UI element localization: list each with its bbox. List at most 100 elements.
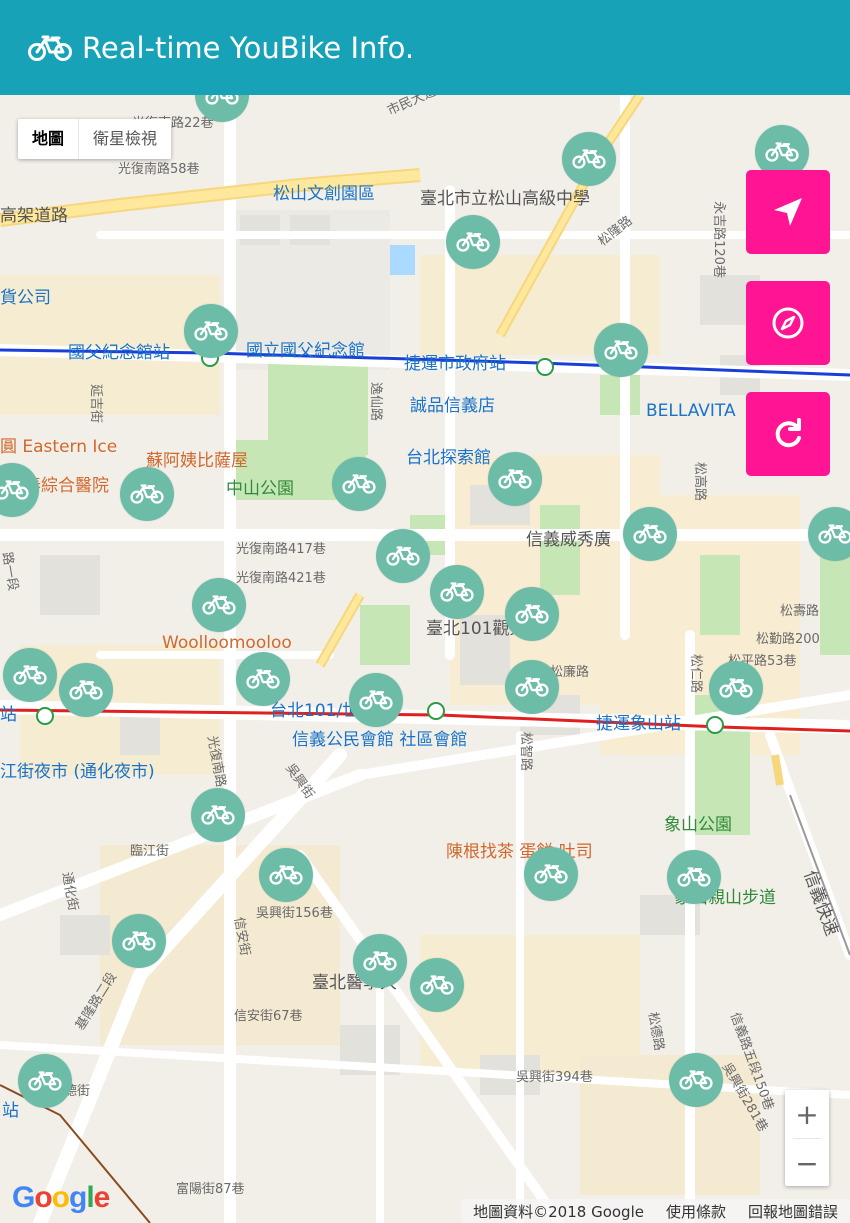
label-xinyi-vieshow[interactable]: 信義威秀廣 (526, 532, 611, 549)
label-station-left[interactable]: 站 (0, 707, 17, 724)
label-elevated-road: 高架道路 (0, 206, 68, 226)
bicycle-icon (765, 142, 799, 162)
label-songshan-park[interactable]: 松山文創園區 (273, 186, 375, 203)
label-sun-yat-sen-memorial[interactable]: 國立國父紀念館 (246, 343, 365, 360)
label-song-shou: 松壽路 (780, 604, 820, 619)
label-eastern-ice[interactable]: 圓 Eastern Ice (0, 439, 117, 456)
bike-station-marker[interactable] (112, 914, 166, 968)
bike-station-marker[interactable] (184, 304, 238, 358)
label-guangfu-417: 光復南路417巷 (236, 542, 326, 557)
compass-button[interactable] (746, 281, 830, 365)
bike-station-marker[interactable] (349, 673, 403, 727)
bicycle-icon (677, 867, 711, 887)
bicycle-icon (363, 951, 397, 971)
bicycle-icon (130, 484, 164, 504)
label-songgao-rd: 松高路 (692, 461, 708, 502)
bike-station-marker[interactable] (667, 850, 721, 904)
label-sun-yat-sen-station[interactable]: 國父紀念館站 (68, 345, 170, 362)
label-songqin-200: 松勤路200 (756, 632, 820, 647)
label-xiangshan-station[interactable]: 捷運象山站 (596, 716, 681, 733)
label-guangfu-421: 光復南路421巷 (236, 571, 326, 586)
bike-station-marker[interactable] (709, 661, 763, 715)
bike-station-marker[interactable] (192, 578, 246, 632)
bicycle-icon (0, 480, 29, 500)
bike-station-marker[interactable] (18, 1054, 72, 1108)
app-brand[interactable]: Real-time YouBike Info. (28, 31, 414, 65)
bicycle-icon (269, 865, 303, 885)
bike-station-marker[interactable] (594, 323, 648, 377)
metro-marker-city-hall (536, 358, 554, 376)
label-wuxing-156: 吳興街156巷 (256, 906, 333, 921)
bicycle-icon (498, 469, 532, 489)
label-yixian-rd: 逸仙路 (368, 381, 384, 422)
bike-station-marker[interactable] (669, 1053, 723, 1107)
bicycle-icon (515, 677, 549, 697)
bicycle-icon (69, 680, 103, 700)
bike-station-marker[interactable] (59, 663, 113, 717)
label-tonghua-market[interactable]: 江街夜市 (通化夜市) (0, 764, 155, 781)
map-type-satellite-button[interactable]: 衛星檢視 (79, 119, 171, 159)
compass-icon (772, 307, 804, 339)
bicycle-icon (386, 546, 420, 566)
bike-station-marker[interactable] (259, 848, 313, 902)
label-pizza[interactable]: 蘇阿姨比薩屋 (146, 453, 248, 470)
bike-station-marker[interactable] (410, 958, 464, 1012)
label-eslite[interactable]: 誠品信義店 (410, 398, 495, 415)
label-songshan-school[interactable]: 臺北市立松山高級中學 (420, 191, 590, 208)
bicycle-icon (201, 805, 235, 825)
app-title: Real-time YouBike Info. (82, 30, 415, 65)
bike-station-marker[interactable] (446, 215, 500, 269)
map-type-map-button[interactable]: 地圖 (18, 119, 80, 159)
metro-marker-taipei101 (427, 702, 445, 720)
bike-station-marker[interactable] (623, 507, 677, 561)
bicycle-icon (122, 931, 156, 951)
label-linjiang-st: 臨江街 (130, 844, 170, 859)
refresh-button[interactable] (746, 392, 830, 476)
bike-station-marker[interactable] (120, 467, 174, 521)
bicycle-icon (719, 678, 753, 698)
label-discovery[interactable]: 台北探索館 (406, 450, 491, 467)
bike-station-marker[interactable] (3, 648, 57, 702)
bike-station-marker[interactable] (191, 788, 245, 842)
label-guangfu-58: 光復南路58巷 (118, 162, 200, 177)
map-data-credit: 地圖資料©2018 Google (473, 1202, 644, 1221)
zoom-in-button[interactable]: + (785, 1090, 829, 1138)
report-error-link[interactable]: 回報地圖錯誤 (748, 1201, 838, 1222)
metro-marker-xiangshan (706, 716, 724, 734)
map-canvas[interactable]: 松山文創園區 臺北市立松山高級中學 高架道路 貨公司 松隆路 永吉路120巷 光… (0, 95, 850, 1223)
label-dept-store[interactable]: 貨公司 (0, 290, 51, 307)
bike-station-marker[interactable] (488, 452, 542, 506)
bicycle-icon (205, 95, 239, 105)
bicycle-icon (818, 524, 850, 544)
bike-station-marker[interactable] (332, 457, 386, 511)
app-navbar: Real-time YouBike Info. (0, 0, 850, 95)
label-xinyi-community[interactable]: 信義公民會館 社區會館 (292, 732, 467, 749)
bike-station-marker[interactable] (505, 660, 559, 714)
metro-marker-left (36, 707, 54, 725)
bike-station-marker[interactable] (562, 132, 616, 186)
bike-station-marker[interactable] (430, 565, 484, 619)
bicycle-icon (633, 524, 667, 544)
bicycle-icon (202, 595, 236, 615)
bike-station-marker[interactable] (236, 652, 290, 706)
google-logo[interactable]: Google (12, 1181, 110, 1215)
label-fuyang-87: 富陽街87巷 (176, 1182, 245, 1197)
label-woolloomooloo[interactable]: Woolloomooloo (162, 635, 292, 652)
label-wuxing-394: 吳興街394巷 (516, 1070, 593, 1085)
label-yanji-st: 延吉街 (88, 383, 104, 424)
bicycle-icon (534, 864, 568, 884)
terms-link[interactable]: 使用條款 (666, 1201, 726, 1222)
label-elephant-park[interactable]: 象山公園 (664, 817, 732, 834)
bike-station-marker[interactable] (353, 934, 407, 988)
bike-station-marker[interactable] (376, 529, 430, 583)
label-zhongshan-park[interactable]: 中山公園 (226, 481, 294, 498)
label-station-left-2[interactable]: 站 (2, 1103, 19, 1120)
bike-station-marker[interactable] (524, 847, 578, 901)
map-attribution: 地圖資料©2018 Google 使用條款 回報地圖錯誤 (461, 1199, 850, 1223)
navigation-arrow-icon (774, 198, 802, 226)
label-city-hall-station[interactable]: 捷運市政府站 (404, 356, 506, 373)
zoom-out-button[interactable]: − (785, 1139, 829, 1187)
locate-button[interactable] (746, 170, 830, 254)
label-bellavita[interactable]: BELLAVITA (646, 403, 736, 420)
bike-station-marker[interactable] (505, 587, 559, 641)
